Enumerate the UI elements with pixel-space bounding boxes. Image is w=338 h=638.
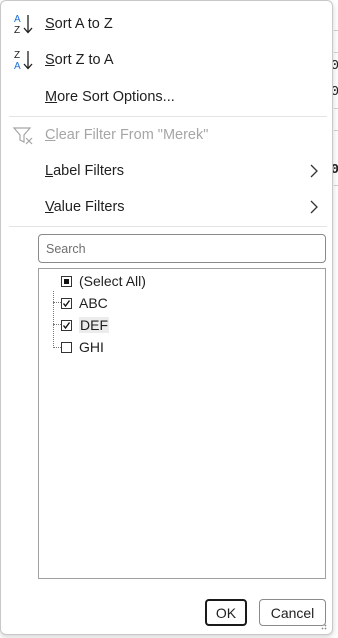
chevron-right-icon: [310, 200, 318, 214]
list-item[interactable]: ABC: [61, 293, 108, 313]
label-filters-label: Label Filters: [45, 163, 124, 179]
sort-z-to-a-label: Sort Z to A: [45, 52, 114, 68]
value-filters-item[interactable]: Value Filters: [1, 190, 332, 224]
item-checkbox-unchecked[interactable]: [61, 341, 72, 353]
sheet-gridline: [334, 30, 338, 31]
menu-separator: [9, 226, 327, 227]
sheet-gridline: [334, 130, 338, 131]
autofilter-dropdown-menu: A Z Sort A to Z Z A Sort Z to A More Sor…: [0, 0, 333, 635]
svg-text:Z: Z: [14, 50, 20, 61]
sort-z-to-a-item[interactable]: Z A Sort Z to A: [1, 43, 332, 77]
item-checkbox-checked[interactable]: [61, 297, 72, 309]
clear-filter-icon: [1, 118, 45, 152]
svg-text:Z: Z: [14, 25, 20, 36]
sheet-gridline: [334, 108, 338, 109]
menu-separator: [9, 116, 327, 117]
cancel-button[interactable]: Cancel: [259, 599, 326, 626]
ok-button[interactable]: OK: [205, 599, 247, 626]
more-sort-options-label: More Sort Options...: [45, 89, 175, 105]
sort-descending-icon: Z A: [1, 43, 45, 77]
svg-text:A: A: [14, 14, 21, 25]
sheet-gridline: [334, 185, 338, 186]
resize-grip-icon[interactable]: [321, 624, 327, 630]
list-item[interactable]: GHI: [61, 337, 104, 357]
clear-filter-item: Clear Filter From "Merek": [1, 118, 332, 152]
sheet-gridline: [334, 52, 338, 53]
svg-text:A: A: [14, 61, 21, 72]
label-filters-item[interactable]: Label Filters: [1, 154, 332, 188]
tree-connector: [53, 302, 61, 303]
select-all-checkbox[interactable]: [61, 275, 72, 287]
filter-search-input[interactable]: [38, 234, 326, 263]
list-item-label: DEF: [80, 317, 108, 333]
sort-ascending-icon: A Z: [1, 7, 45, 41]
filter-values-list[interactable]: (Select All) ABC DEF GHI: [38, 268, 326, 579]
select-all-label: (Select All): [79, 273, 146, 289]
list-item-label: GHI: [79, 339, 104, 355]
chevron-right-icon: [310, 164, 318, 178]
sort-a-to-z-label: Sort A to Z: [45, 16, 113, 32]
list-item[interactable]: DEF: [61, 315, 109, 335]
value-filters-label: Value Filters: [45, 199, 125, 215]
tree-connector: [53, 291, 54, 348]
more-sort-options-item[interactable]: More Sort Options...: [1, 80, 332, 114]
clear-filter-label: Clear Filter From "Merek": [45, 127, 209, 143]
select-all-row[interactable]: (Select All): [61, 271, 146, 291]
tree-connector: [53, 324, 61, 325]
tree-connector: [53, 347, 61, 348]
list-item-label: ABC: [79, 295, 108, 311]
item-checkbox-checked[interactable]: [61, 319, 72, 331]
sort-a-to-z-item[interactable]: A Z Sort A to Z: [1, 7, 332, 41]
